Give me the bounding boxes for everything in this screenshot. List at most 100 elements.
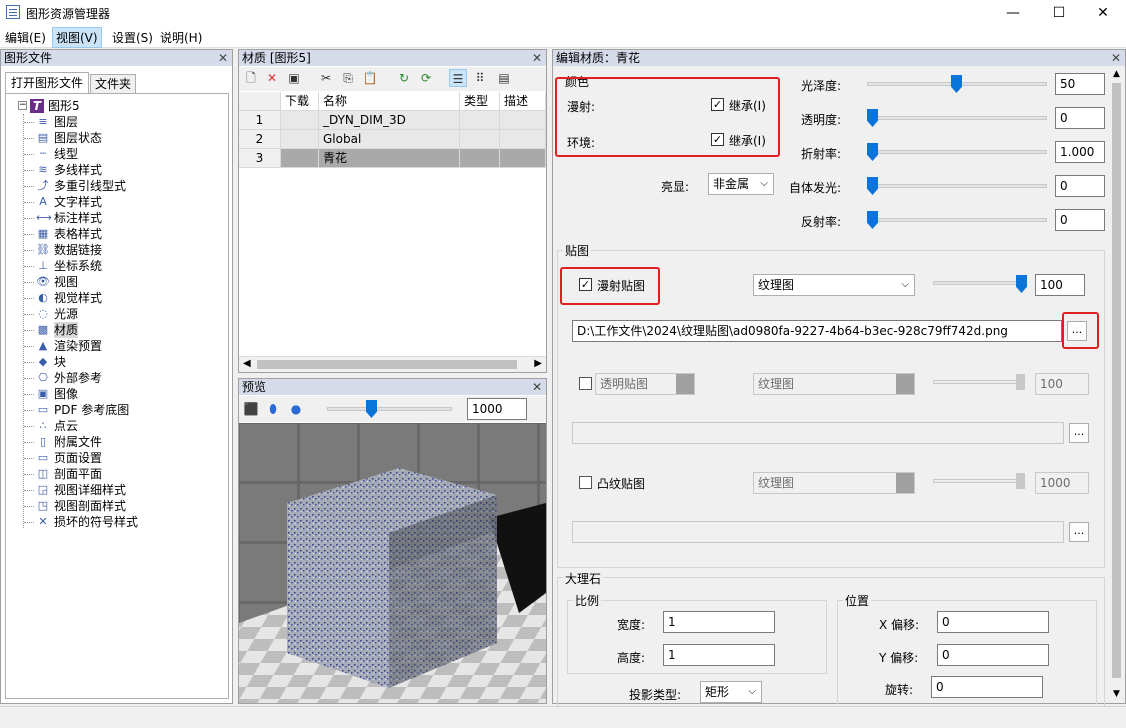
purge-icon[interactable]: ▣: [285, 69, 303, 87]
grid-cell[interactable]: [281, 111, 319, 130]
opacity-map-checkbox[interactable]: [579, 377, 592, 390]
diffuse-map-path[interactable]: D:\工作文件\2024\纹理贴图\ad0980fa-9227-4b64-b3e…: [572, 320, 1062, 342]
refresh-icon[interactable]: ⟳: [417, 69, 435, 87]
vertical-scrollbar[interactable]: ▲ ▼: [1109, 67, 1125, 703]
cylinder-shape-icon[interactable]: ⬮: [264, 400, 282, 418]
scroll-thumb[interactable]: [1112, 83, 1121, 678]
material-name-selected[interactable]: 青花: [319, 149, 460, 168]
grid-cell[interactable]: [460, 111, 500, 130]
material-name[interactable]: _DYN_DIM_3D: [319, 111, 460, 130]
delete-icon[interactable]: ✕: [263, 69, 281, 87]
tree-item[interactable]: 附属文件: [54, 434, 102, 450]
scroll-thumb[interactable]: [257, 360, 517, 369]
scroll-right-icon[interactable]: ▶: [534, 358, 542, 369]
cube-shape-icon[interactable]: ⬛: [242, 400, 260, 418]
preview-slider-thumb[interactable]: [366, 400, 377, 418]
column-header[interactable]: 名称: [319, 92, 460, 111]
tree-item[interactable]: 块: [54, 354, 66, 370]
tree-item[interactable]: 表格样式: [54, 226, 102, 242]
grid-cell[interactable]: [460, 130, 500, 149]
property-value-input[interactable]: 1.000: [1055, 141, 1105, 163]
close-icon[interactable]: ✕: [532, 50, 542, 66]
close-icon[interactable]: ✕: [532, 379, 542, 395]
diffuse-map-type-select[interactable]: 纹理图 ⌵: [753, 274, 915, 296]
projection-select[interactable]: 矩形 ⌵: [700, 681, 762, 703]
tree-item[interactable]: 视图: [54, 274, 78, 290]
preview-value-input[interactable]: 1000: [467, 398, 527, 420]
property-slider-track[interactable]: [867, 218, 1047, 222]
tree-item[interactable]: 图层: [54, 114, 78, 130]
minimize-button[interactable]: —: [990, 0, 1036, 26]
highlight-select[interactable]: 非金属 ⌵: [708, 173, 774, 195]
grid-cell[interactable]: [500, 149, 546, 168]
tab-open-drawings[interactable]: 打开图形文件: [5, 72, 89, 94]
property-value-input[interactable]: 0: [1055, 209, 1105, 231]
tree-item[interactable]: PDF 参考底图: [54, 402, 129, 418]
tree-item[interactable]: 文字样式: [54, 194, 102, 210]
property-slider-track[interactable]: [867, 116, 1047, 120]
property-slider-thumb[interactable]: [867, 109, 878, 127]
menu-edit[interactable]: 编辑(E): [3, 29, 48, 46]
column-header[interactable]: 下载: [281, 92, 319, 111]
column-header[interactable]: 描述: [500, 92, 546, 111]
tree-item[interactable]: 多线样式: [54, 162, 102, 178]
tree-item[interactable]: 线型: [54, 146, 78, 162]
y-offset-input[interactable]: 0: [937, 644, 1049, 666]
tree-item[interactable]: 光源: [54, 306, 78, 322]
scroll-up-icon[interactable]: ▲: [1113, 69, 1120, 79]
tree-item[interactable]: 损坏的符号样式: [54, 514, 138, 530]
paste-icon[interactable]: 📋: [361, 69, 379, 87]
scroll-down-icon[interactable]: ▼: [1113, 689, 1120, 699]
tab-folders[interactable]: 文件夹: [90, 74, 136, 94]
grid-cell[interactable]: [460, 149, 500, 168]
diffuse-map-slider-track[interactable]: [933, 281, 1025, 285]
maximize-button[interactable]: ☐: [1036, 0, 1082, 26]
menu-help[interactable]: 说明(H): [158, 29, 204, 46]
tree-item[interactable]: 坐标系统: [54, 258, 102, 274]
property-slider-track[interactable]: [867, 150, 1047, 154]
tree-item[interactable]: 图层状态: [54, 130, 102, 146]
icon-view-icon[interactable]: ⠿: [471, 69, 489, 87]
property-slider-track[interactable]: [867, 184, 1047, 188]
tree-item[interactable]: 外部参考: [54, 370, 102, 386]
collapse-icon[interactable]: −: [18, 101, 27, 110]
new-material-icon[interactable]: 🗋: [242, 69, 260, 87]
close-icon[interactable]: ✕: [1111, 50, 1121, 66]
apply-icon[interactable]: ↻: [395, 69, 413, 87]
menu-view[interactable]: 视图(V): [52, 27, 102, 48]
property-slider-thumb[interactable]: [867, 211, 878, 229]
width-input[interactable]: 1: [663, 611, 775, 633]
tree-item[interactable]: 页面设置: [54, 450, 102, 466]
property-slider-thumb[interactable]: [951, 75, 962, 93]
grid-cell[interactable]: [500, 111, 546, 130]
tree-root-drawing[interactable]: 图形5: [48, 98, 80, 114]
height-input[interactable]: 1: [663, 644, 775, 666]
property-slider-thumb[interactable]: [867, 177, 878, 195]
bump-map-checkbox[interactable]: [579, 476, 592, 489]
tree-item[interactable]: 多重引线型式: [54, 178, 126, 194]
property-value-input[interactable]: 50: [1055, 73, 1105, 95]
tree-item[interactable]: 图像: [54, 386, 78, 402]
tree-item[interactable]: 数据链接: [54, 242, 102, 258]
detail-view-icon[interactable]: ▤: [495, 69, 513, 87]
horizontal-scrollbar[interactable]: ◀ ▶: [239, 356, 546, 372]
property-value-input[interactable]: 0: [1055, 107, 1105, 129]
preview-slider-track[interactable]: [327, 407, 452, 411]
diffuse-map-value[interactable]: 100: [1035, 274, 1085, 296]
grid-cell[interactable]: [281, 130, 319, 149]
browse-button[interactable]: ...: [1069, 423, 1089, 443]
list-view-icon[interactable]: ☰: [449, 69, 467, 87]
tree-item[interactable]: 材质: [54, 322, 79, 338]
tree-item[interactable]: 渲染预置: [54, 338, 102, 354]
scroll-left-icon[interactable]: ◀: [243, 358, 251, 369]
tree-item[interactable]: 视图剖面样式: [54, 498, 126, 514]
tree-item[interactable]: 视图详细样式: [54, 482, 126, 498]
cut-icon[interactable]: ✂: [317, 69, 335, 87]
tree-item[interactable]: 标注样式: [54, 210, 102, 226]
menu-settings[interactable]: 设置(S): [110, 29, 155, 46]
column-header[interactable]: 类型: [460, 92, 500, 111]
tree-item[interactable]: 点云: [54, 418, 78, 434]
tree-item[interactable]: 剖面平面: [54, 466, 102, 482]
grid-cell[interactable]: [281, 149, 319, 168]
copy-icon[interactable]: ⎘: [339, 69, 357, 87]
